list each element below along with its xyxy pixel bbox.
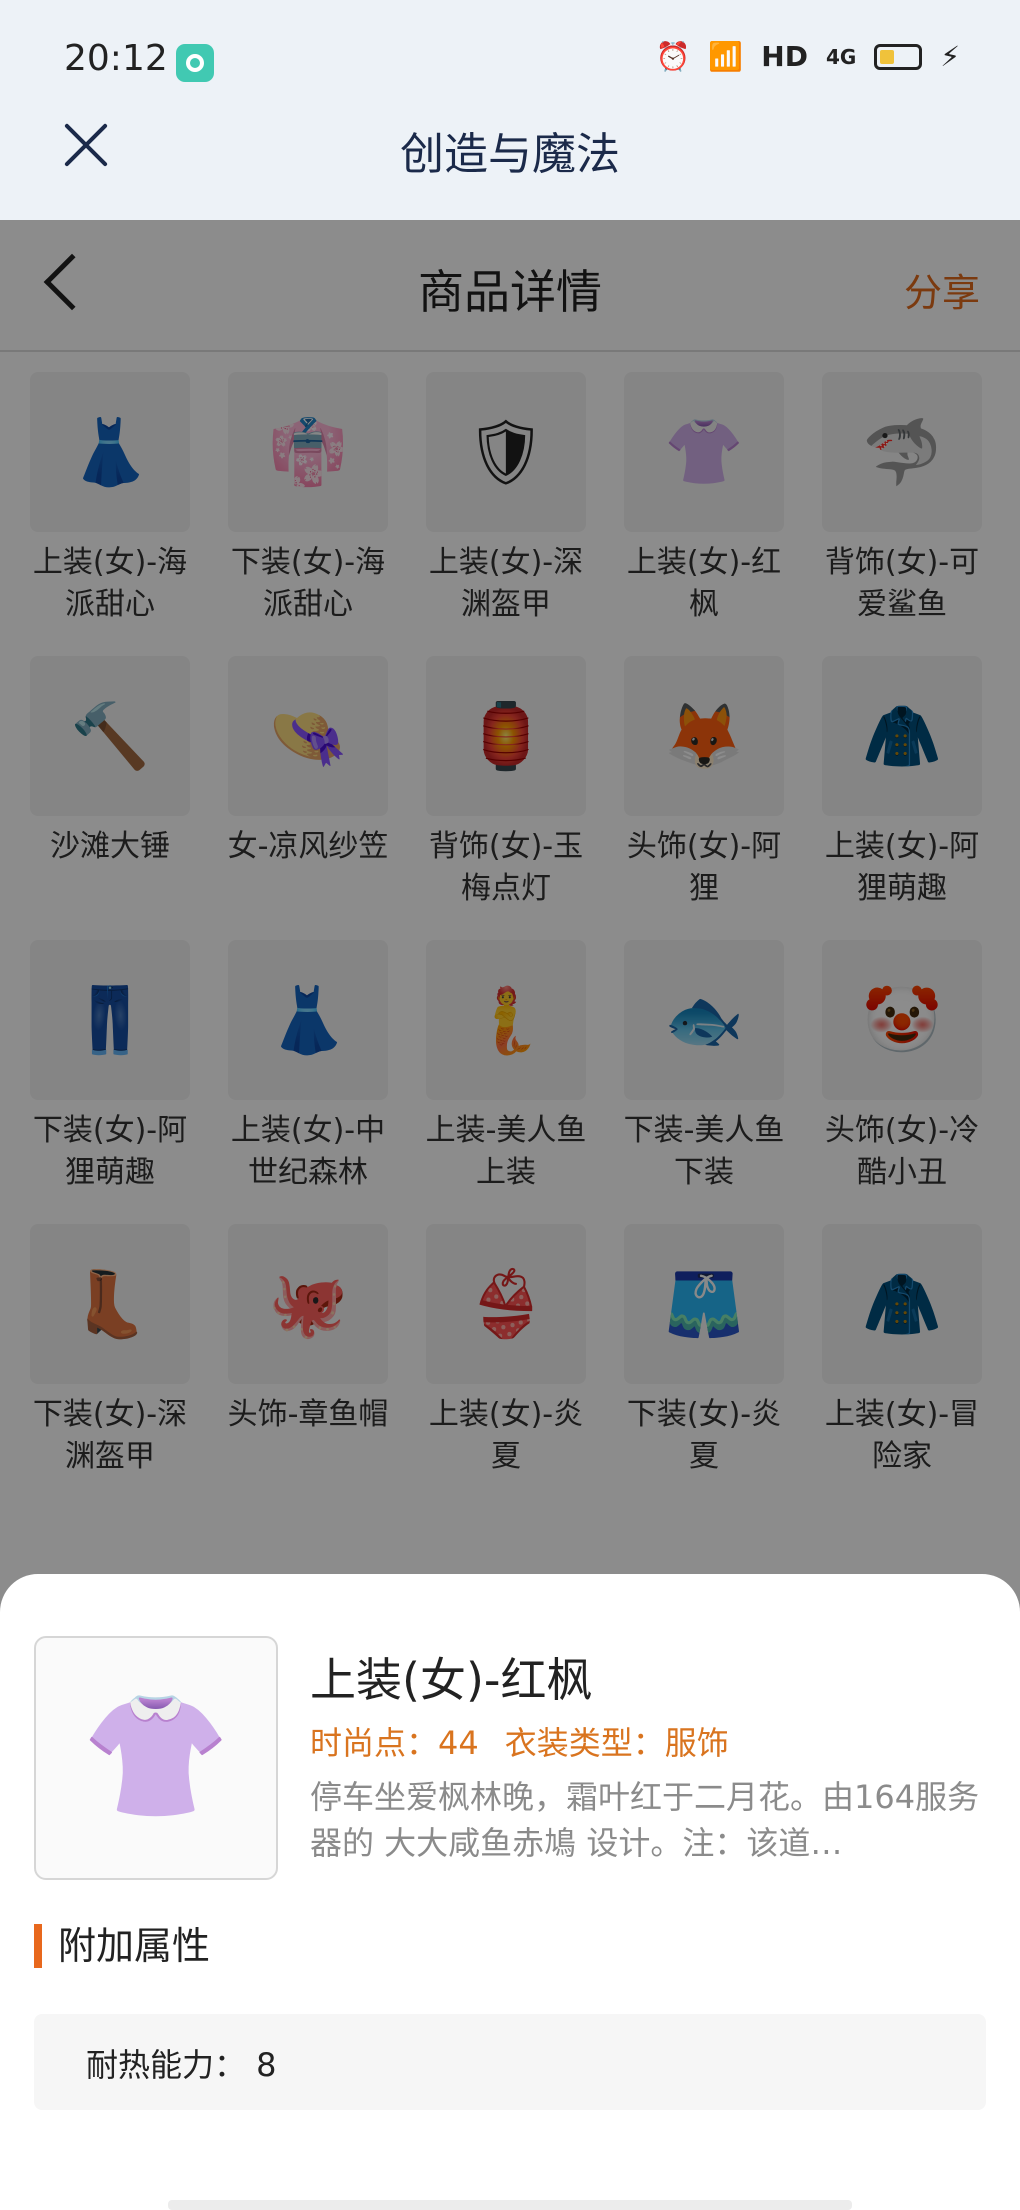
item-detail-sheet: 👚 上装(女)-红枫 时尚点：44 衣装类型：服饰 停车坐爱枫林晚，霜叶红于二月花… <box>0 1574 1020 2210</box>
item-image: 👚 <box>34 1636 278 1880</box>
status-time: 20:12 <box>64 38 168 79</box>
fashion-points: 时尚点：44 <box>310 1724 479 1762</box>
top-area: 20:12 ⏰ 📶 HD 4G ⚡ 创造与魔法 <box>0 0 1020 220</box>
battery-icon <box>874 43 923 70</box>
item-type: 衣装类型：服饰 <box>504 1724 729 1762</box>
network-label: HD <box>761 40 808 73</box>
sheet-bottom-bar <box>168 2200 852 2210</box>
signal-label: 4G <box>825 44 857 69</box>
alarm-icon: ⏰ <box>655 40 691 73</box>
item-description: 停车坐爱枫林晚，霜叶红于二月花。由164服务器的 大大咸鱼赤鳩 设计。注：该道… <box>310 1778 980 1862</box>
status-bar: 20:12 ⏰ 📶 HD 4G ⚡ <box>0 0 1020 118</box>
notification-app-icon <box>176 44 214 82</box>
status-icons: ⏰ 📶 HD 4G ⚡ <box>656 40 960 73</box>
section-title: 附加属性 <box>34 1924 210 1968</box>
wifi-icon: 📶 <box>708 40 744 73</box>
attribute-box: 耐热能力： 8 <box>34 2014 986 2110</box>
item-meta: 时尚点：44 衣装类型：服饰 <box>310 1718 755 1764</box>
app-title: 创造与魔法 <box>400 129 620 180</box>
attribute-text: 耐热能力： 8 <box>86 2046 277 2084</box>
charging-icon: ⚡ <box>940 40 960 73</box>
item-name: 上装(女)-红枫 <box>310 1653 593 1707</box>
